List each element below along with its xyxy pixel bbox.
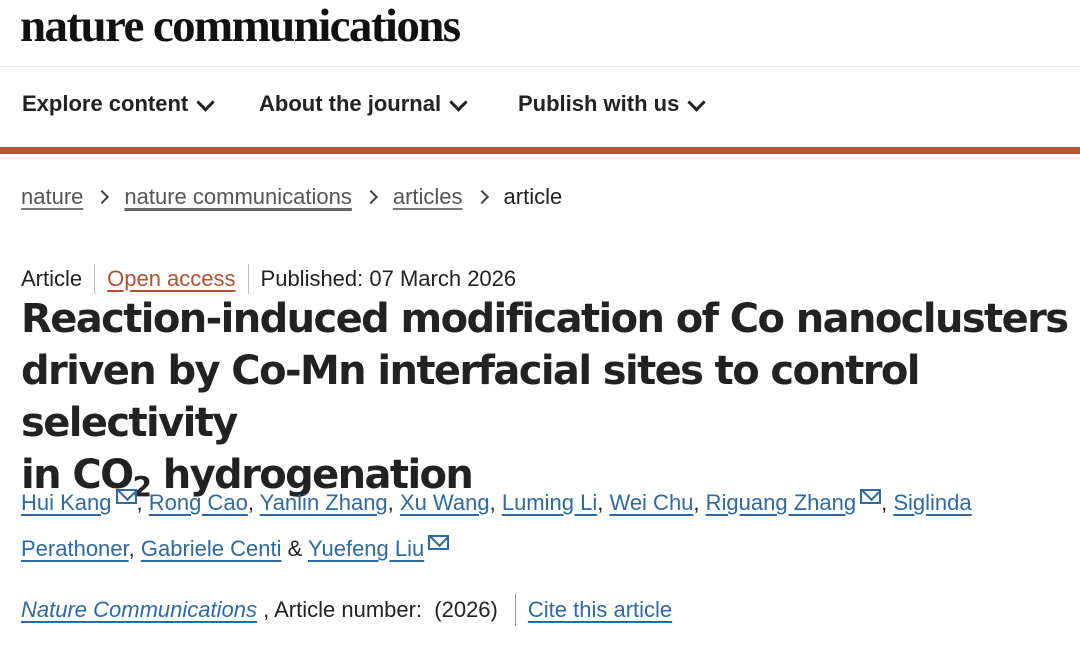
article-type: Article	[21, 266, 83, 291]
author-link[interactable]: Yuefeng Liu	[308, 536, 424, 561]
nav-about-journal[interactable]: About the journal	[259, 91, 468, 117]
site-header: nature communications	[0, 0, 1080, 67]
cite-divider	[514, 594, 516, 626]
article-meta: Article Open access Published: 07 March …	[21, 264, 516, 294]
breadcrumb: nature nature communications articles ar…	[21, 184, 562, 210]
breadcrumb-articles[interactable]: articles	[393, 184, 463, 210]
mail-icon[interactable]	[428, 535, 450, 550]
article-title: Reaction-induced modification of Co nano…	[21, 293, 1080, 501]
author-separator: ,	[881, 490, 894, 515]
chevron-down-icon	[449, 92, 468, 112]
nav-item-label: Explore content	[22, 91, 189, 116]
author-link[interactable]: Wei Chu	[609, 490, 693, 515]
nav-explore-content[interactable]: Explore content	[22, 91, 215, 117]
chevron-right-icon	[474, 189, 489, 205]
author-link[interactable]: Yanlin Zhang	[260, 490, 388, 515]
author-separator: ,	[489, 490, 502, 515]
meta-divider	[247, 264, 249, 294]
author-separator: ,	[128, 536, 141, 561]
nav-publish-with-us[interactable]: Publish with us	[518, 91, 707, 117]
meta-divider	[94, 264, 96, 294]
author-list: Hui Kang, Rong Cao, Yanlin Zhang, Xu Wan…	[21, 480, 1061, 572]
chevron-down-icon	[196, 92, 215, 112]
author-link[interactable]: Gabriele Centi	[141, 536, 282, 561]
author-link[interactable]: Rong Cao	[149, 490, 248, 515]
breadcrumb-nature[interactable]: nature	[21, 184, 83, 210]
author-link[interactable]: Hui Kang	[21, 490, 112, 515]
breadcrumb-nature-communications[interactable]: nature communications	[124, 184, 351, 210]
nav-item-label: About the journal	[259, 91, 442, 116]
open-access-link[interactable]: Open access	[107, 266, 235, 292]
author-link[interactable]: Riguang Zhang	[706, 490, 856, 515]
breadcrumb-current: article	[503, 184, 563, 209]
journal-link[interactable]: Nature Communications	[21, 597, 257, 623]
chevron-right-icon	[95, 189, 110, 205]
author-link[interactable]: Luming Li	[502, 490, 597, 515]
citation-line: Nature Communications , Article number: …	[21, 594, 672, 626]
chevron-right-icon	[363, 189, 378, 205]
title-line-1: Reaction-induced modification of Co nano…	[21, 296, 1069, 342]
journal-logo[interactable]: nature communications	[20, 0, 461, 54]
mail-icon[interactable]	[860, 489, 882, 504]
published-date: Published: 07 March 2026	[260, 266, 517, 291]
author-separator: ,	[247, 490, 260, 515]
author-separator: ,	[693, 490, 706, 515]
author-link[interactable]: Xu Wang	[400, 490, 490, 515]
author-separator: ,	[136, 490, 149, 515]
main-nav: Explore content About the journal Publis…	[0, 67, 1080, 154]
title-line-2: driven by Co-Mn interfacial sites to con…	[21, 348, 921, 446]
chevron-down-icon	[687, 92, 707, 112]
author-separator: &	[281, 536, 309, 561]
nav-item-label: Publish with us	[518, 91, 680, 116]
cite-this-article-link[interactable]: Cite this article	[528, 597, 672, 623]
article-number: , Article number: (2026)	[256, 597, 498, 622]
author-separator: ,	[597, 490, 610, 515]
mail-icon[interactable]	[115, 489, 137, 504]
author-separator: ,	[387, 490, 400, 515]
